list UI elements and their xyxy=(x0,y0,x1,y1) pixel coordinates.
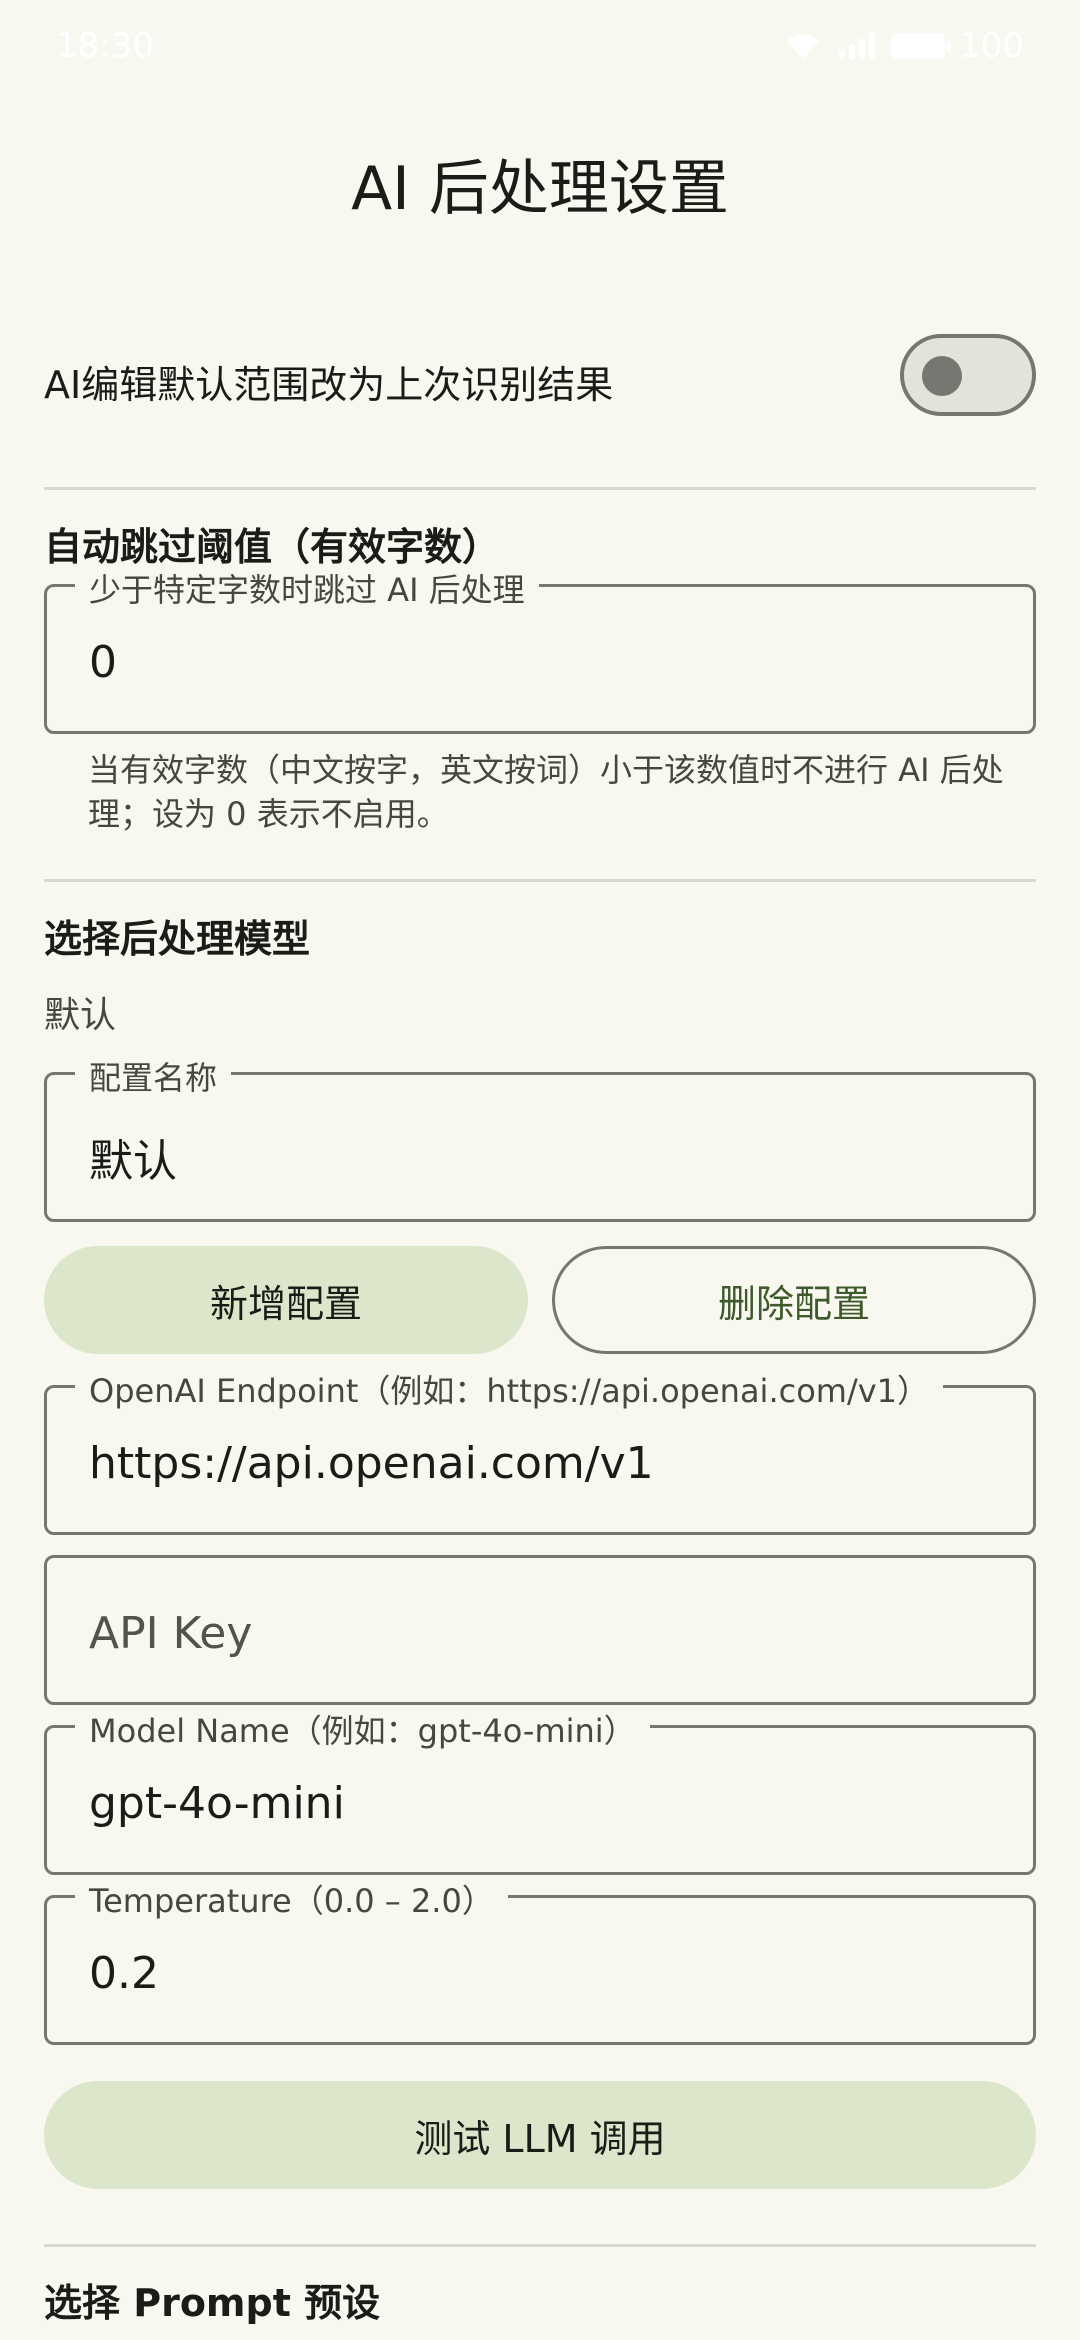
toggle-knob xyxy=(922,356,962,396)
endpoint-input[interactable]: OpenAI Endpoint（例如：https://api.openai.co… xyxy=(44,1366,1036,1535)
selected-model-config[interactable]: 默认 xyxy=(44,986,116,1038)
threshold-input[interactable]: 少于特定字数时跳过 AI 后处理 0 xyxy=(44,565,1036,734)
status-time: 18:30 xyxy=(56,26,154,66)
endpoint-value: https://api.openai.com/v1 xyxy=(89,1438,654,1489)
status-icons: 100 xyxy=(783,26,1024,66)
threshold-input-value: 0 xyxy=(89,637,117,688)
battery-icon xyxy=(891,33,952,59)
divider xyxy=(44,487,1036,490)
status-bar: 18:30 100 xyxy=(0,0,1080,92)
prompt-section-title: 选择 Prompt 预设 xyxy=(44,2281,381,2325)
endpoint-label: OpenAI Endpoint（例如：https://api.openai.co… xyxy=(75,1366,944,1412)
threshold-helper-text: 当有效字数（中文按字，英文按词）小于该数值时不进行 AI 后处理；设为 0 表示… xyxy=(88,751,1004,833)
threshold-input-label: 少于特定字数时跳过 AI 后处理 xyxy=(75,565,539,611)
test-llm-button[interactable]: 测试 LLM 调用 xyxy=(44,2081,1036,2189)
divider xyxy=(44,2244,1036,2247)
wifi-icon xyxy=(787,34,820,59)
page-title: AI 后处理设置 xyxy=(351,154,729,224)
signal-icon xyxy=(839,33,876,59)
default-range-label: AI编辑默认范围改为上次识别结果 xyxy=(44,363,614,407)
config-name-value: 默认 xyxy=(89,1136,177,1187)
default-range-toggle[interactable] xyxy=(900,334,1036,416)
api-key-placeholder: API Key xyxy=(89,1608,253,1659)
add-config-button[interactable]: 新增配置 xyxy=(44,1246,528,1354)
threshold-section-title: 自动跳过阈值（有效字数） xyxy=(44,525,501,569)
battery-level: 100 xyxy=(959,26,1024,66)
model-name-label: Model Name（例如：gpt-4o-mini） xyxy=(75,1706,650,1752)
model-name-value: gpt-4o-mini xyxy=(89,1778,345,1829)
temperature-label: Temperature（0.0 – 2.0） xyxy=(75,1876,508,1922)
temperature-input[interactable]: Temperature（0.0 – 2.0） 0.2 xyxy=(44,1876,1036,2045)
api-key-input[interactable]: API Key xyxy=(44,1555,1036,1705)
model-section-title: 选择后处理模型 xyxy=(44,917,311,961)
divider xyxy=(44,879,1036,882)
config-name-input[interactable]: 配置名称 默认 xyxy=(44,1053,1036,1222)
model-name-input[interactable]: Model Name（例如：gpt-4o-mini） gpt-4o-mini xyxy=(44,1706,1036,1875)
default-range-setting: AI编辑默认范围改为上次识别结果 xyxy=(44,330,1036,426)
temperature-value: 0.2 xyxy=(89,1948,159,1999)
config-name-label: 配置名称 xyxy=(75,1053,232,1099)
delete-config-button[interactable]: 删除配置 xyxy=(552,1246,1036,1354)
